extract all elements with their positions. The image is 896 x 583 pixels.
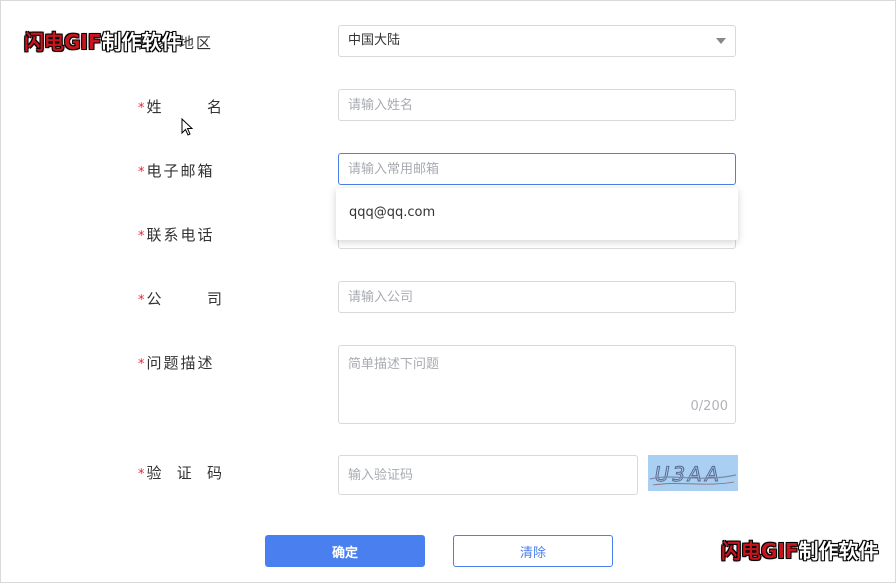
confirm-button[interactable]: 确定 bbox=[265, 535, 425, 567]
question-textarea[interactable] bbox=[338, 345, 736, 424]
watermark-brand: 闪电GIF bbox=[721, 539, 799, 563]
name-input[interactable] bbox=[338, 89, 736, 121]
email-label: * 电子邮箱 bbox=[138, 162, 215, 180]
captcha-label-char-2: 证 bbox=[176, 464, 192, 482]
required-mark: * bbox=[138, 293, 145, 308]
required-mark: * bbox=[138, 467, 145, 482]
email-suggestion-item[interactable]: qqq@qq.com bbox=[349, 205, 435, 220]
watermark-brand: 闪电GIF bbox=[24, 30, 102, 54]
captcha-input[interactable] bbox=[338, 455, 638, 495]
email-input[interactable] bbox=[338, 153, 736, 185]
clear-button[interactable]: 清除 bbox=[453, 535, 613, 567]
company-label-char-1: 公 bbox=[146, 290, 162, 308]
captcha-label: * 验 证 码 bbox=[138, 462, 222, 483]
mouse-cursor-icon bbox=[181, 118, 194, 136]
watermark-bottom: 闪电GIF制作软件 bbox=[721, 535, 879, 564]
captcha-text: U3AA bbox=[653, 462, 724, 486]
email-suggestion-dropdown: qqq@qq.com bbox=[336, 188, 738, 240]
watermark-top: 闪电GIF制作软件 bbox=[24, 26, 182, 55]
required-mark: * bbox=[138, 357, 145, 372]
company-label: * 公 司 bbox=[138, 288, 222, 309]
name-label-char-1: 姓 bbox=[146, 98, 162, 116]
name-label-char-2: 名 bbox=[206, 98, 222, 116]
captcha-label-char-1: 验 bbox=[146, 464, 162, 482]
question-label: * 问题描述 bbox=[138, 354, 215, 372]
country-select[interactable]: 中国大陆 bbox=[338, 25, 736, 57]
watermark-suffix: 制作软件 bbox=[798, 539, 879, 563]
chevron-down-icon bbox=[716, 38, 726, 44]
captcha-image[interactable]: U3AA bbox=[648, 455, 738, 491]
country-select-value: 中国大陆 bbox=[348, 33, 401, 48]
captcha-label-char-3: 码 bbox=[206, 464, 222, 482]
character-counter: 0/200 bbox=[690, 399, 728, 414]
company-input[interactable] bbox=[338, 281, 736, 313]
company-label-char-2: 司 bbox=[206, 290, 222, 308]
name-label: * 姓 名 bbox=[138, 96, 222, 117]
watermark-suffix: 制作软件 bbox=[101, 30, 182, 54]
phone-label: * 联系电话 bbox=[138, 226, 215, 244]
required-mark: * bbox=[138, 165, 145, 180]
required-mark: * bbox=[138, 101, 145, 116]
captcha-graphic: U3AA bbox=[648, 455, 738, 491]
required-mark: * bbox=[138, 229, 145, 244]
